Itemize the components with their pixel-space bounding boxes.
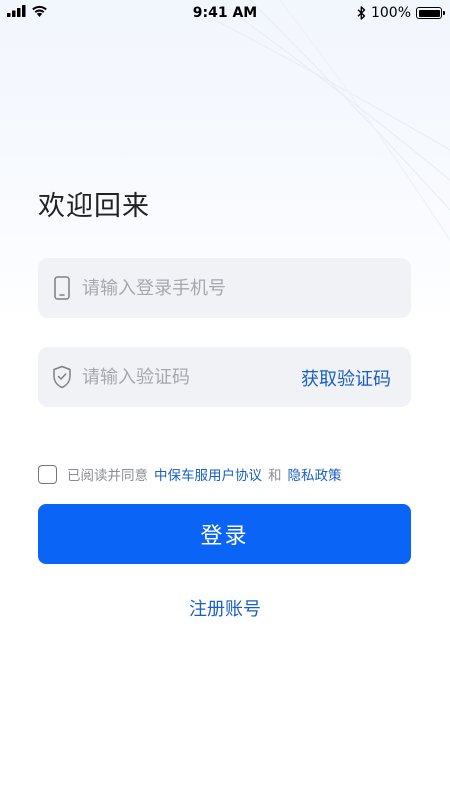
- battery-cap: [443, 11, 445, 15]
- privacy-policy-link[interactable]: 隐私政策: [288, 464, 342, 484]
- background-decoration: [214, 0, 450, 241]
- phone-icon: [54, 276, 70, 300]
- phone-input[interactable]: [82, 258, 397, 318]
- battery-icon: [416, 7, 445, 19]
- battery-percent: 100%: [370, 5, 411, 21]
- agreement-conjunction: 和: [268, 468, 282, 484]
- register-link[interactable]: 注册账号: [0, 595, 450, 621]
- page-title: 欢迎回来: [38, 191, 150, 222]
- agreement-checkbox[interactable]: [38, 464, 57, 484]
- shield-check-icon: [53, 365, 71, 389]
- verification-code-field[interactable]: 获取验证码: [38, 347, 411, 407]
- agreement-prefix: 已阅读并同意: [67, 468, 148, 484]
- login-button[interactable]: 登录: [38, 504, 411, 564]
- status-right: 100%: [357, 5, 445, 21]
- get-code-button[interactable]: 获取验证码: [301, 365, 391, 391]
- phone-field[interactable]: [38, 258, 411, 318]
- status-bar: 9:41 AM 100%: [0, 0, 450, 28]
- user-agreement-link[interactable]: 中保车服用户协议: [154, 464, 262, 484]
- verification-code-input[interactable]: [82, 347, 282, 407]
- battery-fill: [418, 9, 440, 17]
- bluetooth-icon: [357, 6, 366, 20]
- agreement-row: 已阅读并同意 中保车服用户协议 和 隐私政策: [38, 463, 342, 485]
